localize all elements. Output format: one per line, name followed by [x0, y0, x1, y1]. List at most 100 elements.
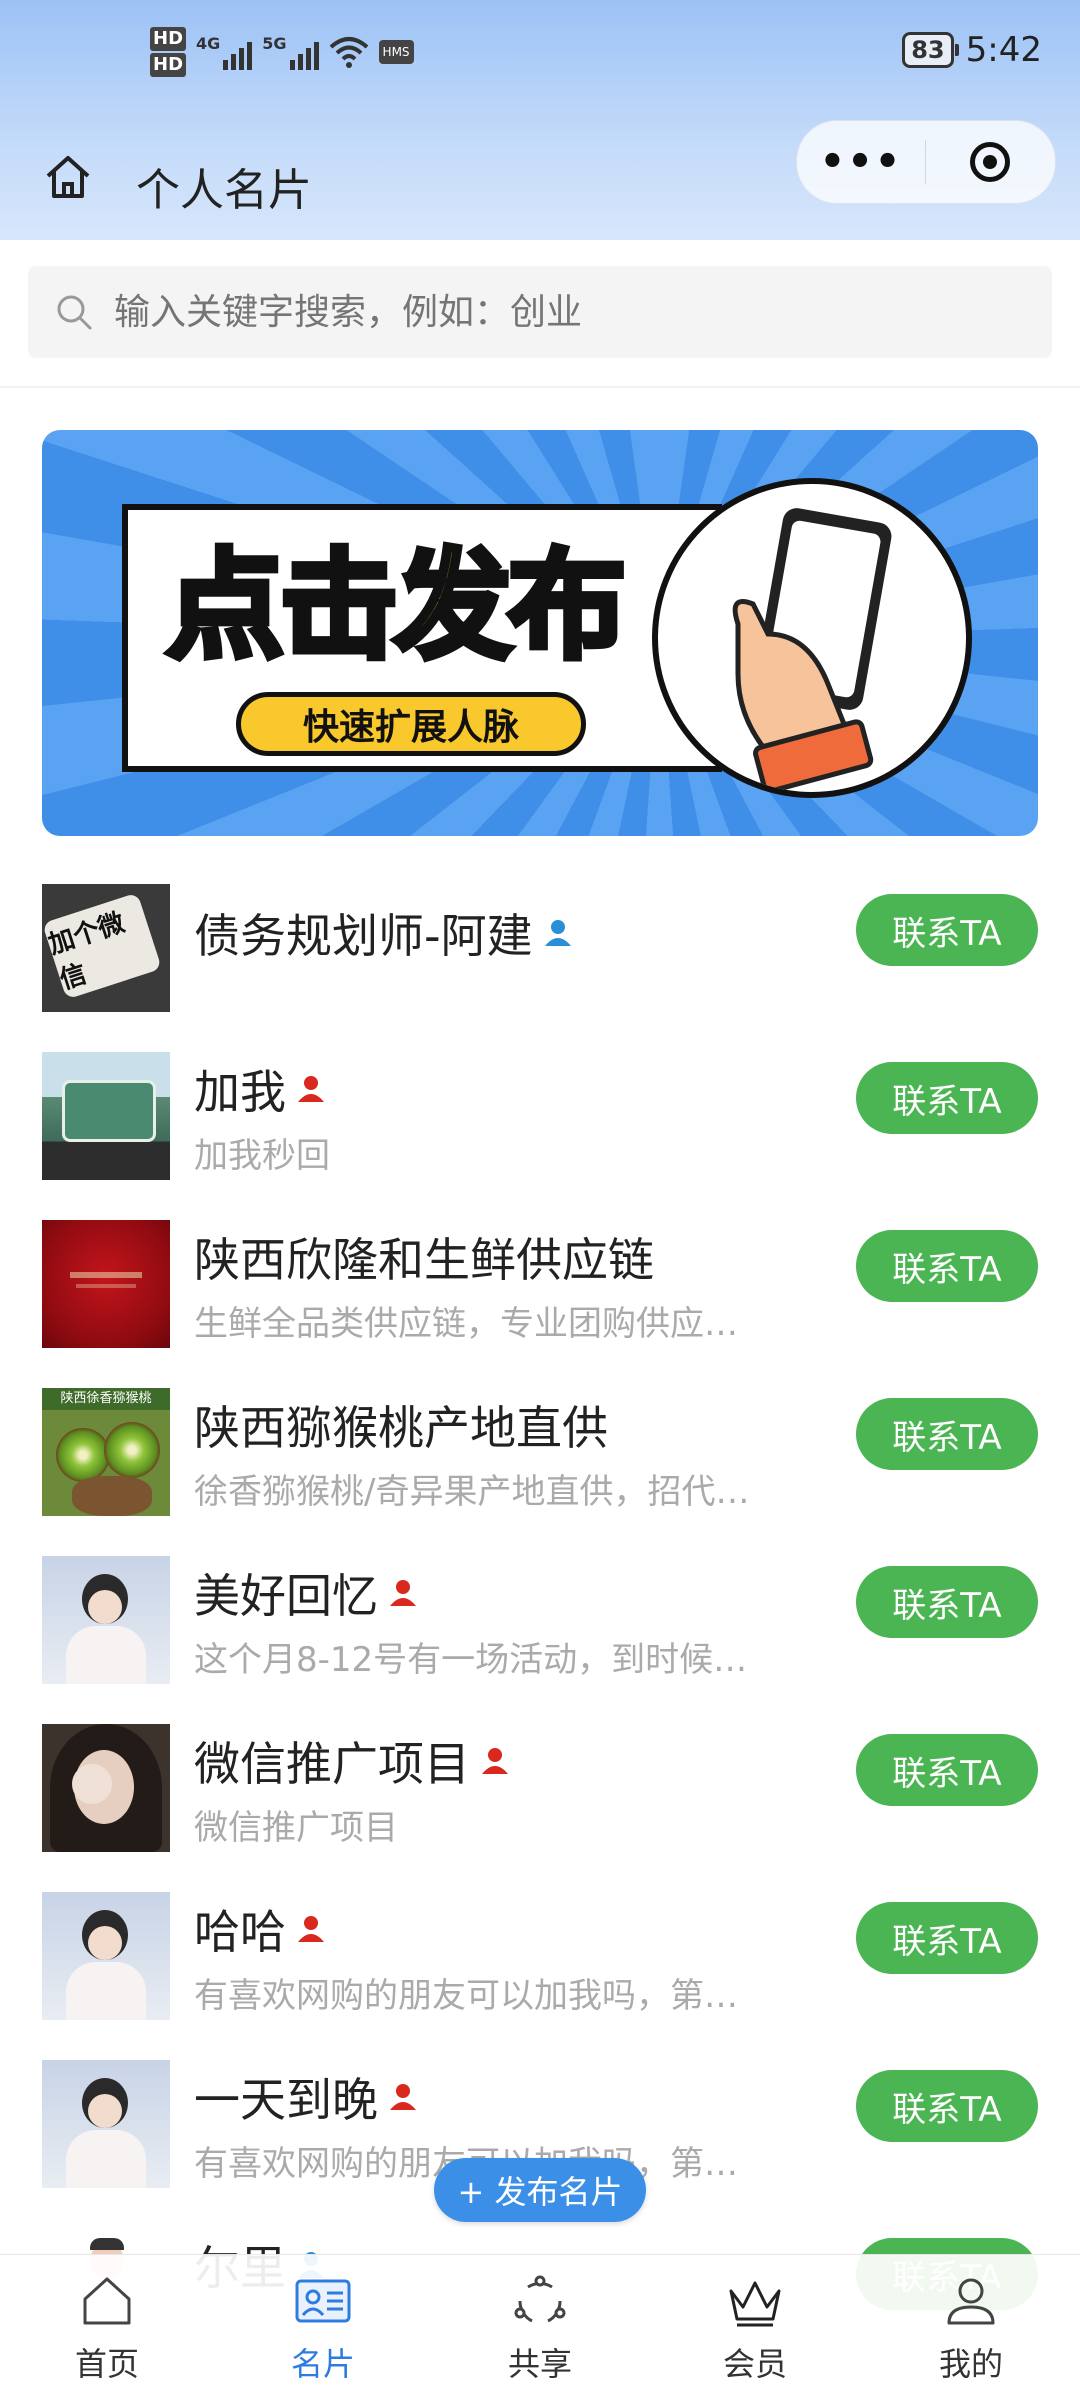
contact-name: 哈哈	[194, 1905, 286, 1959]
tab-member[interactable]: 会员	[680, 2269, 830, 2385]
wifi-icon	[329, 37, 368, 68]
tab-mine[interactable]: 我的	[896, 2269, 1046, 2385]
contact-name: 债务规划师-阿建	[194, 909, 533, 963]
contact-description: 生鲜全品类供应链，专业团购供应…	[194, 1304, 738, 1344]
tab-label: 我的	[938, 2345, 1003, 2383]
avatar	[42, 1724, 170, 1852]
hd-label: HD	[150, 53, 187, 77]
battery-icon: 83	[902, 32, 960, 68]
publish-card-button[interactable]: + 发布名片	[434, 2158, 646, 2222]
header: 个人名片 •••	[0, 120, 1080, 240]
contact-button[interactable]: 联系TA	[856, 1566, 1038, 1638]
tab-label: 首页	[74, 2345, 139, 2383]
person-badge-icon	[298, 1076, 324, 1102]
list-item[interactable]: 加我 加我秒回 联系TA	[0, 1038, 1080, 1206]
home-icon[interactable]	[42, 150, 94, 202]
crown-icon	[729, 2281, 781, 2327]
hms-icon: HMS	[378, 40, 414, 64]
contact-button[interactable]: 联系TA	[856, 1398, 1038, 1470]
page-title: 个人名片	[136, 165, 312, 216]
contact-button[interactable]: 联系TA	[856, 1902, 1038, 1974]
share-icon	[514, 2275, 566, 2323]
contact-button[interactable]: 联系TA	[856, 1230, 1038, 1302]
tab-label: 名片	[290, 2345, 355, 2383]
contact-name: 微信推广项目	[194, 1737, 470, 1791]
name-line: 微信推广项目	[194, 1728, 512, 1794]
home-icon	[83, 2277, 131, 2325]
name-line: 加我	[194, 1056, 328, 1122]
target-icon	[970, 142, 1010, 182]
hd-label: HD	[150, 27, 187, 51]
name-line: 美好回忆	[194, 1560, 420, 1626]
contact-button[interactable]: 联系TA	[856, 1062, 1038, 1134]
search-bar	[0, 240, 1080, 388]
avatar: 陕西徐香猕猴桃	[42, 1388, 170, 1516]
clock: 5:42	[965, 30, 1042, 70]
list-item[interactable]: 美好回忆 这个月8-12号有一场活动，到时候… 联系TA	[0, 1542, 1080, 1710]
contact-name: 美好回忆	[194, 1569, 378, 1623]
network-type: 5G	[262, 34, 287, 53]
avatar	[42, 1220, 170, 1348]
name-line: 陕西猕猴桃产地直供	[194, 1392, 608, 1458]
avatar-caption: 陕西徐香猕猴桃	[42, 1388, 170, 1410]
contact-button[interactable]: 联系TA	[856, 894, 1038, 966]
bottom-tab-bar: 首页 名片 共享 会员 我的	[0, 2254, 1080, 2401]
name-line: 一天到晚	[194, 2064, 420, 2130]
name-line: 债务规划师-阿建	[194, 900, 575, 966]
contact-description: 徐香猕猴桃/奇异果产地直供，招代…	[194, 1472, 750, 1512]
contact-description: 有喜欢网购的朋友可以加我吗，第…	[194, 1976, 738, 2016]
name-line: 陕西欣隆和生鲜供应链	[194, 1224, 654, 1290]
card-icon	[295, 2279, 351, 2323]
banner-card: 点击发布 快速扩展人脉	[122, 504, 722, 772]
contact-name: 陕西欣隆和生鲜供应链	[194, 1233, 654, 1287]
more-button[interactable]: •••	[797, 139, 925, 185]
person-badge-icon	[390, 2084, 416, 2110]
person-badge-icon	[544, 920, 571, 946]
mini-program-capsule: •••	[796, 120, 1056, 204]
status-left: HD HD 4G 5G HMS	[150, 26, 414, 78]
tab-card[interactable]: 名片	[248, 2269, 398, 2385]
list-item[interactable]: 陕西徐香猕猴桃 陕西猕猴桃产地直供 徐香猕猴桃/奇异果产地直供，招代… 联系TA	[0, 1374, 1080, 1542]
avatar	[42, 1052, 170, 1180]
search-input[interactable]	[112, 290, 1016, 334]
avatar	[42, 2060, 170, 2188]
tab-label: 会员	[722, 2345, 787, 2383]
publish-banner[interactable]: 点击发布 快速扩展人脉	[42, 430, 1038, 836]
name-line: 哈哈	[194, 1896, 328, 1962]
person-badge-icon	[390, 1580, 416, 1606]
user-icon	[947, 2278, 995, 2325]
search-icon	[57, 295, 92, 330]
hd-indicator: HD HD	[150, 26, 187, 78]
list-item[interactable]: 哈哈 有喜欢网购的朋友可以加我吗，第… 联系TA	[0, 1878, 1080, 2046]
avatar	[42, 1556, 170, 1684]
contact-name: 加我	[194, 1065, 286, 1119]
list-item[interactable]: 加个微信 债务规划师-阿建 联系TA	[0, 870, 1080, 1038]
status-right: 83 5:42	[902, 30, 1042, 70]
list-item[interactable]: 微信推广项目 微信推广项目 联系TA	[0, 1710, 1080, 1878]
contact-description: 这个月8-12号有一场活动，到时候…	[194, 1640, 748, 1680]
tab-home[interactable]: 首页	[32, 2269, 182, 2385]
signal-icon: 4G	[196, 34, 253, 70]
banner-title: 点击发布	[163, 534, 629, 678]
tab-label: 共享	[507, 2345, 572, 2383]
contact-name: 一天到晚	[194, 2073, 378, 2127]
banner-subtitle: 快速扩展人脉	[236, 692, 586, 756]
contact-description: 微信推广项目	[194, 1808, 398, 1848]
person-badge-icon	[482, 1748, 508, 1774]
contact-button[interactable]: 联系TA	[856, 1734, 1038, 1806]
search-box[interactable]	[28, 266, 1052, 358]
network-type: 4G	[196, 34, 221, 53]
avatar	[42, 1892, 170, 2020]
contact-description: 加我秒回	[194, 1136, 330, 1176]
contact-button[interactable]: 联系TA	[856, 2070, 1038, 2142]
phone-hand-illustration	[652, 478, 972, 798]
list-item[interactable]: 陕西欣隆和生鲜供应链 生鲜全品类供应链，专业团购供应… 联系TA	[0, 1206, 1080, 1374]
tab-share[interactable]: 共享	[465, 2269, 615, 2385]
contact-name: 陕西猕猴桃产地直供	[194, 1401, 608, 1455]
avatar-caption: 加个微信	[42, 892, 162, 1000]
person-badge-icon	[298, 1916, 324, 1942]
signal-icon: 5G	[262, 34, 319, 70]
close-button[interactable]	[926, 142, 1054, 182]
status-bar: HD HD 4G 5G HMS 83 5:42	[0, 0, 1080, 120]
avatar: 加个微信	[42, 884, 170, 1012]
